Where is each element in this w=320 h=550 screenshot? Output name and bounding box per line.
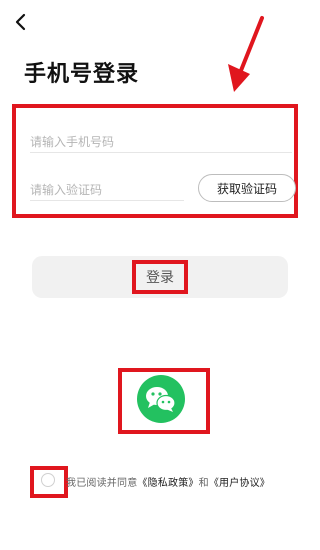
back-icon[interactable]	[8, 6, 36, 38]
privacy-policy-link[interactable]: 《隐私政策》	[137, 478, 198, 489]
agreement-prefix: 我已阅读并同意	[66, 478, 138, 489]
wechat-icon	[146, 387, 176, 412]
verification-code-input[interactable]	[30, 180, 184, 201]
agreement-text: 我已阅读并同意《隐私政策》和《用户协议》	[66, 474, 270, 489]
phone-input[interactable]	[30, 132, 292, 153]
get-code-button[interactable]: 获取验证码	[198, 174, 296, 202]
login-screen: 手机号登录 获取验证码 登录 我已阅读并同意《隐私政策》和《用户协议》	[0, 0, 320, 550]
wechat-login-button[interactable]	[137, 375, 185, 423]
login-button-label[interactable]: 登录	[132, 260, 188, 294]
user-agreement-link[interactable]: 《用户协议》	[209, 478, 270, 489]
agreement-conjunction: 和	[198, 478, 209, 489]
agree-checkbox[interactable]	[41, 473, 55, 487]
arrow-annotation-icon	[228, 16, 264, 92]
page-title: 手机号登录	[24, 62, 140, 87]
